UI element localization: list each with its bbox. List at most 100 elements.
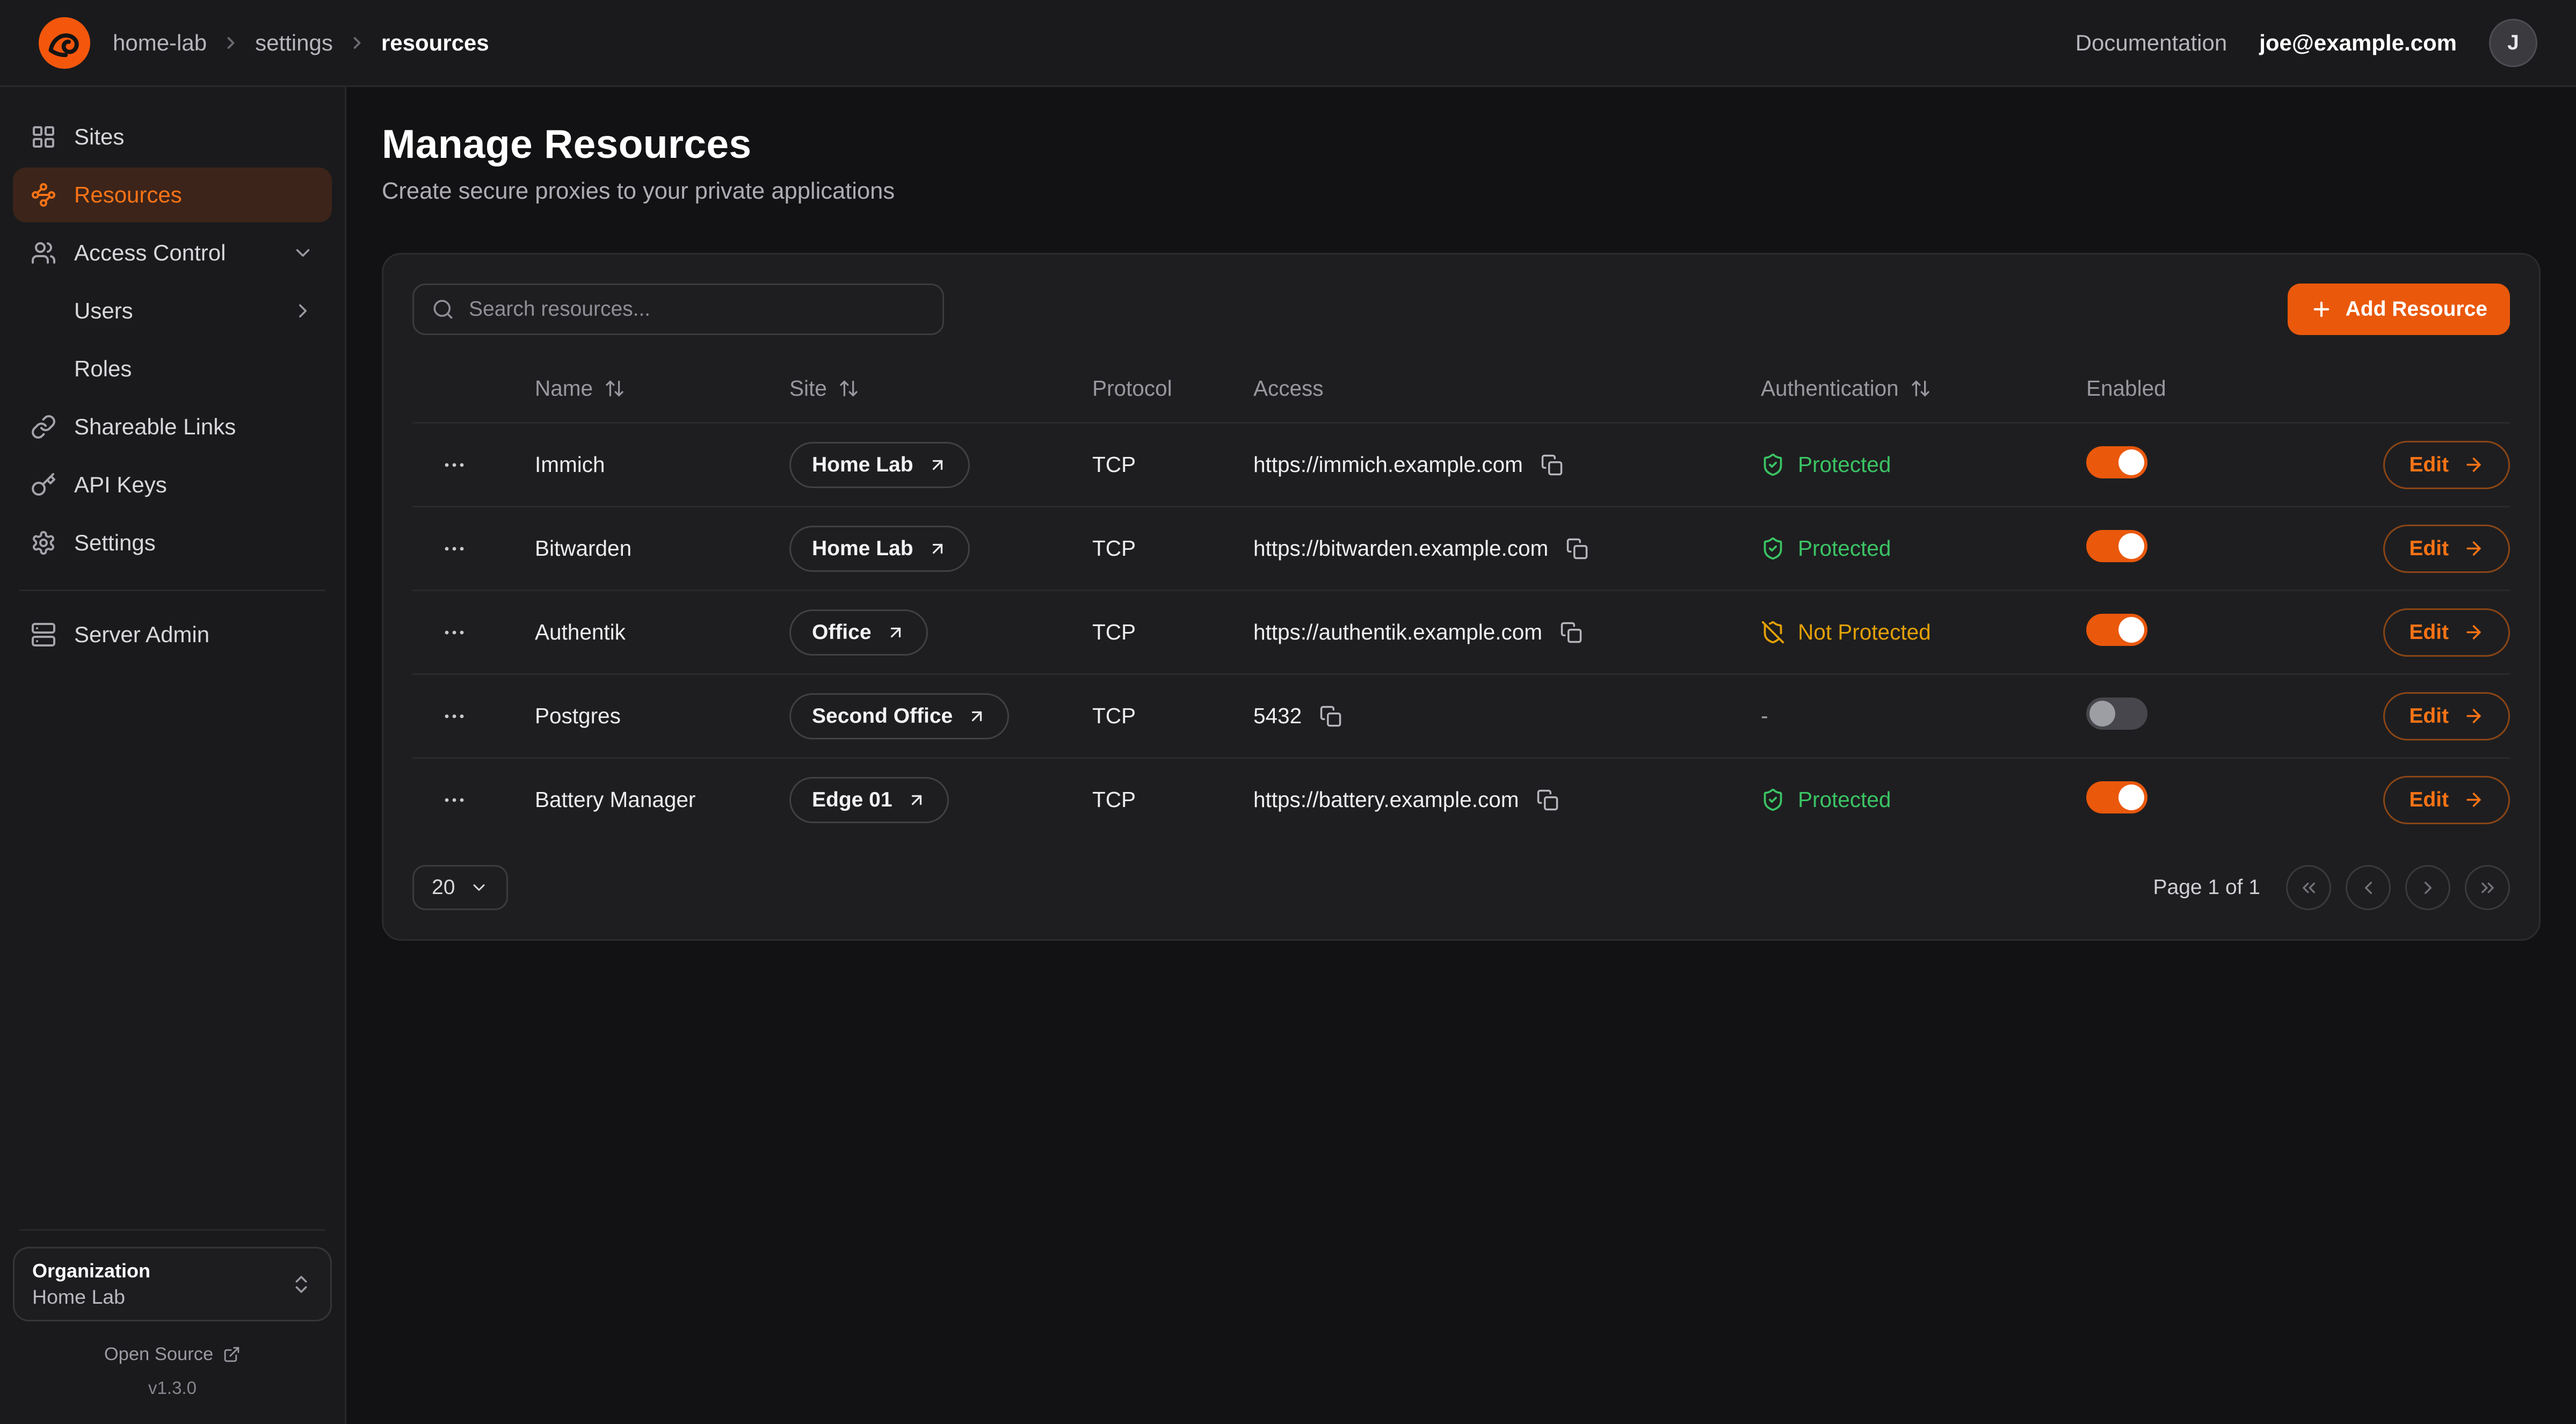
sidebar-item-users[interactable]: Users	[13, 284, 332, 338]
site-link-button[interactable]: Home Lab	[789, 442, 970, 488]
breadcrumb-home-lab[interactable]: home-lab	[113, 30, 207, 56]
documentation-link[interactable]: Documentation	[2076, 30, 2227, 56]
header-site-label: Site	[789, 376, 827, 401]
edit-button[interactable]: Edit	[2383, 525, 2510, 573]
row-menu-button[interactable]	[435, 781, 474, 819]
site-link-button[interactable]: Edge 01	[789, 777, 949, 823]
copy-button[interactable]	[1533, 786, 1562, 815]
copy-button[interactable]	[1557, 618, 1586, 647]
access-link[interactable]: 5432	[1253, 703, 1302, 729]
organization-label: Organization	[32, 1260, 150, 1282]
next-page-button[interactable]	[2405, 865, 2450, 910]
site-link-button[interactable]: Office	[789, 609, 928, 656]
avatar[interactable]: J	[2489, 19, 2537, 67]
row-menu-button[interactable]	[435, 697, 474, 736]
arrow-up-right-icon	[928, 539, 947, 558]
page-size-value: 20	[432, 876, 455, 899]
arrow-up-right-icon	[928, 455, 947, 475]
copy-button[interactable]	[1316, 702, 1345, 731]
enabled-toggle[interactable]	[2086, 614, 2147, 646]
organization-selector[interactable]: Organization Home Lab	[13, 1247, 332, 1321]
copy-button[interactable]	[1563, 534, 1592, 563]
sort-icon[interactable]	[1910, 378, 1931, 399]
copy-icon	[1566, 537, 1588, 560]
edit-label: Edit	[2409, 537, 2449, 561]
sidebar-item-server-admin[interactable]: Server Admin	[13, 607, 332, 662]
copy-icon	[1536, 789, 1559, 811]
sort-icon[interactable]	[838, 378, 859, 399]
arrow-up-right-icon	[967, 707, 986, 726]
header-access: Access	[1253, 376, 1761, 401]
arrow-right-icon	[2463, 706, 2484, 726]
resources-table: Name Site Protocol Access Authenticati	[412, 354, 2510, 841]
gear-icon	[31, 530, 56, 556]
access-link[interactable]: https://battery.example.com	[1253, 787, 1519, 812]
add-resource-button[interactable]: Add Resource	[2288, 284, 2510, 335]
page-size-select[interactable]: 20	[412, 865, 508, 910]
sort-icon[interactable]	[604, 378, 625, 399]
arrow-up-right-icon	[907, 790, 926, 810]
enabled-toggle[interactable]	[2086, 698, 2147, 730]
shield-check-icon	[1761, 536, 1785, 561]
arrow-right-icon	[2463, 622, 2484, 643]
sidebar-item-shareable-links[interactable]: Shareable Links	[13, 399, 332, 454]
ellipsis-icon	[441, 452, 467, 478]
auth-status: Protected	[1761, 536, 2086, 561]
sidebar-item-label: Resources	[74, 182, 182, 208]
organization-texts: Organization Home Lab	[32, 1260, 150, 1309]
enabled-toggle[interactable]	[2086, 446, 2147, 478]
copy-icon	[1319, 705, 1342, 728]
enabled-toggle[interactable]	[2086, 530, 2147, 562]
link-icon	[31, 414, 56, 440]
enabled-toggle[interactable]	[2086, 781, 2147, 813]
table-row: Bitwarden Home Lab TCP https://bitwarden…	[412, 506, 2510, 590]
breadcrumb-resources[interactable]: resources	[381, 30, 489, 56]
edit-label: Edit	[2409, 453, 2449, 477]
last-page-button[interactable]	[2465, 865, 2510, 910]
page-subtitle: Create secure proxies to your private ap…	[382, 178, 2541, 205]
open-source-link[interactable]: Open Source	[13, 1344, 332, 1365]
breadcrumb: home-lab settings resources	[113, 30, 489, 56]
edit-button[interactable]: Edit	[2383, 692, 2510, 740]
sidebar-item-label: Server Admin	[74, 622, 209, 648]
resource-protocol: TCP	[1092, 452, 1253, 477]
users-icon	[31, 240, 56, 266]
site-link-button[interactable]: Home Lab	[789, 526, 970, 572]
user-email: joe@example.com	[2259, 30, 2457, 56]
edit-button[interactable]: Edit	[2383, 608, 2510, 657]
organization-value: Home Lab	[32, 1285, 150, 1309]
arrow-right-icon	[2463, 454, 2484, 475]
chevrons-right-icon	[2477, 877, 2498, 898]
main-content: Manage Resources Create secure proxies t…	[346, 87, 2576, 1424]
sidebar-item-access-control[interactable]: Access Control	[13, 226, 332, 280]
edit-button[interactable]: Edit	[2383, 441, 2510, 489]
sidebar-item-roles[interactable]: Roles	[13, 342, 332, 396]
sidebar-item-api-keys[interactable]: API Keys	[13, 457, 332, 512]
breadcrumb-settings[interactable]: settings	[255, 30, 333, 56]
sidebar-item-sites[interactable]: Sites	[13, 110, 332, 164]
first-page-button[interactable]	[2286, 865, 2331, 910]
previous-page-button[interactable]	[2346, 865, 2391, 910]
sidebar-item-settings[interactable]: Settings	[13, 515, 332, 570]
sidebar: Sites Resources Access Control Users Rol…	[0, 87, 346, 1424]
app-logo-icon[interactable]	[39, 17, 90, 69]
row-menu-button[interactable]	[435, 529, 474, 568]
search-input[interactable]	[469, 297, 925, 321]
site-link-button[interactable]: Second Office	[789, 693, 1009, 739]
edit-label: Edit	[2409, 788, 2449, 812]
key-icon	[31, 472, 56, 498]
ellipsis-icon	[441, 703, 467, 729]
row-menu-button[interactable]	[435, 613, 474, 652]
access-link[interactable]: https://bitwarden.example.com	[1253, 536, 1548, 561]
row-menu-button[interactable]	[435, 446, 474, 484]
access-link[interactable]: https://authentik.example.com	[1253, 620, 1542, 645]
chevrons-up-down-icon	[290, 1273, 313, 1296]
sidebar-item-label: Shareable Links	[74, 414, 236, 440]
site-name: Edge 01	[812, 788, 892, 812]
access-link[interactable]: https://immich.example.com	[1253, 452, 1523, 477]
row-menu-cell	[412, 613, 535, 652]
sidebar-item-resources[interactable]: Resources	[13, 168, 332, 222]
header-enabled: Enabled	[2086, 376, 2296, 401]
copy-button[interactable]	[1537, 451, 1566, 479]
edit-button[interactable]: Edit	[2383, 776, 2510, 824]
